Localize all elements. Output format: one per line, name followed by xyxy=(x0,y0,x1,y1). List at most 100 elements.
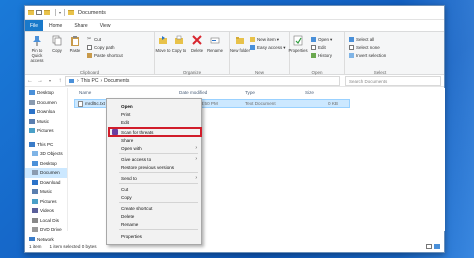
history-button[interactable]: History xyxy=(311,52,332,59)
nav-item-desktop[interactable]: Desktop xyxy=(25,88,67,98)
menu-item-copy[interactable]: Copy xyxy=(107,193,201,202)
copy-path-icon xyxy=(87,45,92,50)
column-headers: Name Date modified Type Size xyxy=(69,88,445,97)
invert-selection-button[interactable]: Invert selection xyxy=(349,52,386,59)
address-input[interactable]: › This PC › Documents xyxy=(65,76,340,86)
nav-item-label: Music xyxy=(37,118,49,124)
menu-separator xyxy=(119,153,198,154)
properties-check-icon[interactable] xyxy=(36,10,42,15)
easy-access-icon xyxy=(250,45,255,50)
copy-button[interactable]: Copy xyxy=(47,35,67,53)
easy-access-button[interactable]: Easy access ▾ xyxy=(250,44,286,51)
nav-item-label: Download xyxy=(40,179,61,185)
breadcrumb-this-pc[interactable]: This PC xyxy=(81,78,99,84)
copy-icon xyxy=(52,35,62,46)
downloads-icon xyxy=(32,179,38,185)
menu-item-rename[interactable]: Rename xyxy=(107,220,201,229)
chevron-down-icon: ▾ xyxy=(276,36,280,42)
breadcrumb-documents[interactable]: Documents xyxy=(104,78,129,84)
new-folder-icon[interactable] xyxy=(44,10,50,15)
nav-item-label: Music xyxy=(40,189,52,195)
window-folder-icon xyxy=(68,10,75,15)
menu-item-open-with[interactable]: Open with › xyxy=(107,144,201,153)
paste-button[interactable]: Paste xyxy=(65,35,85,53)
window-title: Documents xyxy=(78,9,106,16)
nav-item-3d-objects[interactable]: 3D Objects xyxy=(25,149,67,159)
menu-item-send-to[interactable]: Send to › xyxy=(107,174,201,183)
large-icons-view-icon[interactable] xyxy=(434,244,440,249)
nav-item-label: Pictures xyxy=(37,128,54,134)
desktop-icon xyxy=(29,90,35,96)
tab-file[interactable]: File xyxy=(25,20,43,31)
quick-access-dropdown-icon[interactable]: ▾ xyxy=(59,10,61,15)
copy-path-button[interactable]: Copy path xyxy=(87,44,115,51)
nav-item-download[interactable]: Download xyxy=(25,178,67,188)
folder-icon xyxy=(28,10,34,15)
status-selected: 1 item selected 0 bytes xyxy=(49,244,97,249)
nav-item-music[interactable]: Music xyxy=(25,117,67,127)
status-item-count: 1 item xyxy=(29,244,42,249)
search-input[interactable]: Search Documents xyxy=(345,76,441,86)
documents-icon xyxy=(32,170,38,176)
submenu-arrow-icon: › xyxy=(195,145,197,152)
copy-to-button[interactable]: Copy to xyxy=(169,35,189,53)
copy-to-icon xyxy=(175,35,183,44)
navigation-pane: Desktop Documen Downloa Music Pictures This P… xyxy=(25,88,68,242)
select-none-button[interactable]: Select none xyxy=(349,44,380,51)
cube-icon xyxy=(32,151,38,157)
delete-button[interactable]: Delete xyxy=(187,35,207,53)
menu-item-properties[interactable]: Properties xyxy=(107,232,201,241)
edit-icon xyxy=(311,45,316,50)
cut-button[interactable]: ✂ Cut xyxy=(87,36,101,43)
nav-item-documen[interactable]: Documen xyxy=(25,168,67,178)
nav-item-documen[interactable]: Documen xyxy=(25,98,67,108)
drive-icon xyxy=(32,217,38,223)
edit-button[interactable]: Edit xyxy=(311,44,326,51)
nav-item-videos[interactable]: Videos xyxy=(25,206,67,216)
properties-check-icon xyxy=(293,35,303,46)
pin-to-quick-access-button[interactable]: Pin to Quick access xyxy=(27,35,47,63)
pc-icon xyxy=(29,141,35,147)
new-folder-button[interactable]: New folder xyxy=(230,35,250,53)
nav-item-local-dis[interactable]: Local Dis xyxy=(25,216,67,226)
tab-view[interactable]: View xyxy=(94,20,117,31)
select-all-button[interactable]: Select all xyxy=(349,36,374,43)
nav-item-pictures[interactable]: Pictures xyxy=(25,126,67,136)
downloads-icon xyxy=(29,109,35,115)
menu-item-restore-previous-versions[interactable]: Restore previous versions xyxy=(107,163,201,172)
back-arrow-icon[interactable]: ← xyxy=(25,78,35,84)
menu-item-edit[interactable]: Edit xyxy=(107,118,201,127)
column-name[interactable]: Name xyxy=(79,90,91,95)
details-view-icon[interactable] xyxy=(426,244,432,249)
select-all-icon xyxy=(349,37,354,42)
nav-item-label: Videos xyxy=(40,208,54,214)
up-arrow-icon[interactable]: ↑ xyxy=(55,78,65,84)
delete-x-icon xyxy=(192,35,202,45)
menu-item-label: Share xyxy=(121,137,134,143)
forward-arrow-icon[interactable]: → xyxy=(35,78,45,84)
file-name: mrdl5c.txt xyxy=(85,101,105,106)
tab-share[interactable]: Share xyxy=(68,20,93,31)
menu-item-label: Send to xyxy=(121,175,137,181)
nav-item-downloa[interactable]: Downloa xyxy=(25,107,67,117)
history-icon xyxy=(311,53,316,58)
column-date-modified[interactable]: Date modified xyxy=(179,90,207,95)
nav-item-label: Documen xyxy=(40,170,60,176)
nav-item-music[interactable]: Music xyxy=(25,187,67,197)
properties-button[interactable]: Properties xyxy=(288,35,308,53)
nav-item-pictures[interactable]: Pictures xyxy=(25,197,67,207)
column-type[interactable]: Type xyxy=(245,90,255,95)
nav-item-this-pc[interactable]: This PC xyxy=(25,140,67,150)
rename-button[interactable]: Rename xyxy=(205,35,225,53)
nav-item-label: Pictures xyxy=(40,198,57,204)
tab-home[interactable]: Home xyxy=(43,20,68,31)
paste-shortcut-button[interactable]: Paste shortcut xyxy=(87,52,123,59)
nav-item-dvd-drive[interactable]: DVD Drive xyxy=(25,225,67,235)
open-button[interactable]: Open ▾ xyxy=(311,36,332,43)
column-size[interactable]: Size xyxy=(305,90,314,95)
nav-item-label: DVD Drive xyxy=(40,227,62,233)
ribbon-tabs: File Home Share View xyxy=(25,20,444,31)
new-item-button[interactable]: New item ▾ xyxy=(250,36,279,43)
recent-dropdown-icon[interactable]: ▾ xyxy=(45,78,55,83)
nav-item-desktop[interactable]: Desktop xyxy=(25,159,67,169)
